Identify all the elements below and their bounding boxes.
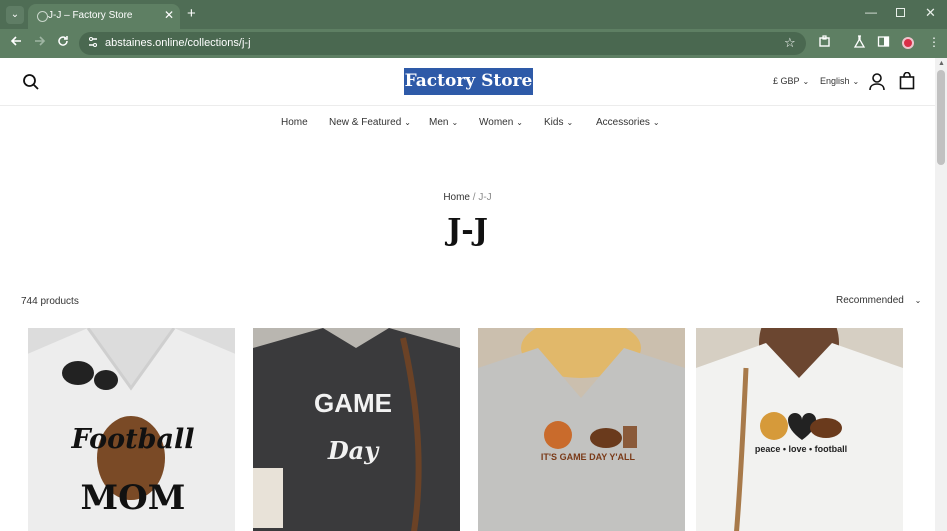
browser-tab-bar: ⌄ J-J – Factory Store ✕ + — ✕ xyxy=(0,0,947,29)
minimize-icon[interactable]: — xyxy=(865,5,877,19)
language-selector[interactable]: English ⌄ xyxy=(820,76,859,86)
nav-item-kids[interactable]: Kids ⌄ xyxy=(544,117,573,128)
nav-item-new-featured[interactable]: New & Featured ⌄ xyxy=(329,117,411,128)
side-panel-icon[interactable] xyxy=(877,35,890,51)
address-bar[interactable]: abstaines.online/collections/j-j ☆ xyxy=(79,32,806,55)
scrollbar-thumb[interactable] xyxy=(937,70,945,165)
cart-icon[interactable] xyxy=(899,71,915,90)
nav-item-men[interactable]: Men ⌄ xyxy=(429,117,458,128)
product-print-text: peace • love • football xyxy=(754,444,848,454)
url-text: abstaines.online/collections/j-j xyxy=(105,37,251,49)
new-tab-button[interactable]: + xyxy=(187,5,196,22)
nav-item-accessories[interactable]: Accessories ⌄ xyxy=(596,117,660,128)
product-print-text: MOM xyxy=(80,478,186,518)
chevron-down-icon: ⌄ xyxy=(451,118,459,127)
nav-item-label: Kids xyxy=(544,117,564,128)
product-count: 744 products xyxy=(21,296,79,307)
nav-item-home[interactable]: Home xyxy=(281,117,308,128)
favicon-icon xyxy=(37,11,48,22)
product-card[interactable]: GAME Day xyxy=(253,328,460,531)
browser-tab[interactable]: J-J – Factory Store ✕ xyxy=(28,4,180,29)
nav-item-label: Home xyxy=(281,117,308,128)
maximize-icon[interactable] xyxy=(896,8,905,17)
product-print-text: IT'S GAME DAY Y'ALL xyxy=(540,452,636,462)
product-print-text: GAME xyxy=(314,388,392,418)
chevron-down-icon: ⌄ xyxy=(404,118,411,127)
page-scrollbar[interactable]: ▲ xyxy=(935,58,947,531)
sort-label: Recommended xyxy=(836,295,904,306)
site-header: Factory Store £ GBP ⌄ English ⌄ xyxy=(0,58,935,106)
breadcrumb-home-link[interactable]: Home xyxy=(443,192,470,203)
reload-icon[interactable] xyxy=(57,35,69,50)
account-icon[interactable] xyxy=(869,73,885,91)
lab-flask-icon[interactable] xyxy=(853,35,866,51)
menu-kebab-icon[interactable]: ⋮ xyxy=(928,35,940,49)
product-card[interactable]: Football MOM xyxy=(28,328,235,531)
store-logo[interactable]: Factory Store xyxy=(404,68,533,95)
nav-item-label: New & Featured xyxy=(329,117,402,128)
chevron-down-icon: ⌄ xyxy=(516,118,523,127)
bookmark-star-icon[interactable]: ☆ xyxy=(784,35,796,51)
currency-selector[interactable]: £ GBP ⌄ xyxy=(773,76,809,86)
tab-search-chevron-icon[interactable]: ⌄ xyxy=(6,6,24,24)
back-icon[interactable] xyxy=(10,35,22,50)
nav-item-label: Women xyxy=(479,117,514,128)
nav-item-label: Men xyxy=(429,117,449,128)
product-card[interactable]: IT'S GAME DAY Y'ALL xyxy=(478,328,685,531)
breadcrumb-separator: / xyxy=(472,192,476,203)
sort-dropdown[interactable]: Recommended ⌄ xyxy=(836,295,921,306)
nav-item-label: Accessories xyxy=(596,117,650,128)
currency-label: £ GBP xyxy=(773,76,800,86)
tab-title: J-J – Factory Store xyxy=(48,10,133,21)
chevron-down-icon: ⌄ xyxy=(852,77,860,86)
collection-title: J-J xyxy=(447,213,488,248)
chevron-down-icon: ⌄ xyxy=(914,296,922,305)
language-label: English xyxy=(820,76,850,86)
product-print-text: Football xyxy=(71,424,195,455)
browser-toolbar: abstaines.online/collections/j-j ☆ ⋮ xyxy=(0,29,947,58)
product-image xyxy=(253,328,460,531)
breadcrumb: Home / J-J xyxy=(0,192,935,203)
extension-puzzle-icon[interactable] xyxy=(818,35,831,51)
site-info-icon[interactable] xyxy=(87,36,99,51)
chevron-down-icon: ⌄ xyxy=(802,77,810,86)
chevron-down-icon: ⌄ xyxy=(566,118,574,127)
tab-close-icon[interactable]: ✕ xyxy=(164,8,174,22)
product-card[interactable]: peace • love • football xyxy=(696,328,903,531)
profile-avatar[interactable] xyxy=(902,37,914,49)
nav-item-women[interactable]: Women ⌄ xyxy=(479,117,523,128)
product-image xyxy=(478,328,685,531)
search-icon[interactable] xyxy=(22,73,40,91)
breadcrumb-current: J-J xyxy=(478,192,492,203)
forward-icon[interactable] xyxy=(34,35,46,50)
product-image xyxy=(696,328,903,531)
web-page: Factory Store £ GBP ⌄ English ⌄ Home New &… xyxy=(0,58,935,531)
main-navigation: Home New & Featured ⌄ Men ⌄ Women ⌄ Kids ⌄ A… xyxy=(0,117,935,133)
window-close-icon[interactable]: ✕ xyxy=(925,5,936,21)
scroll-up-arrow-icon[interactable]: ▲ xyxy=(938,60,945,67)
chevron-down-icon: ⌄ xyxy=(652,118,660,127)
product-print-text: Day xyxy=(327,436,379,465)
